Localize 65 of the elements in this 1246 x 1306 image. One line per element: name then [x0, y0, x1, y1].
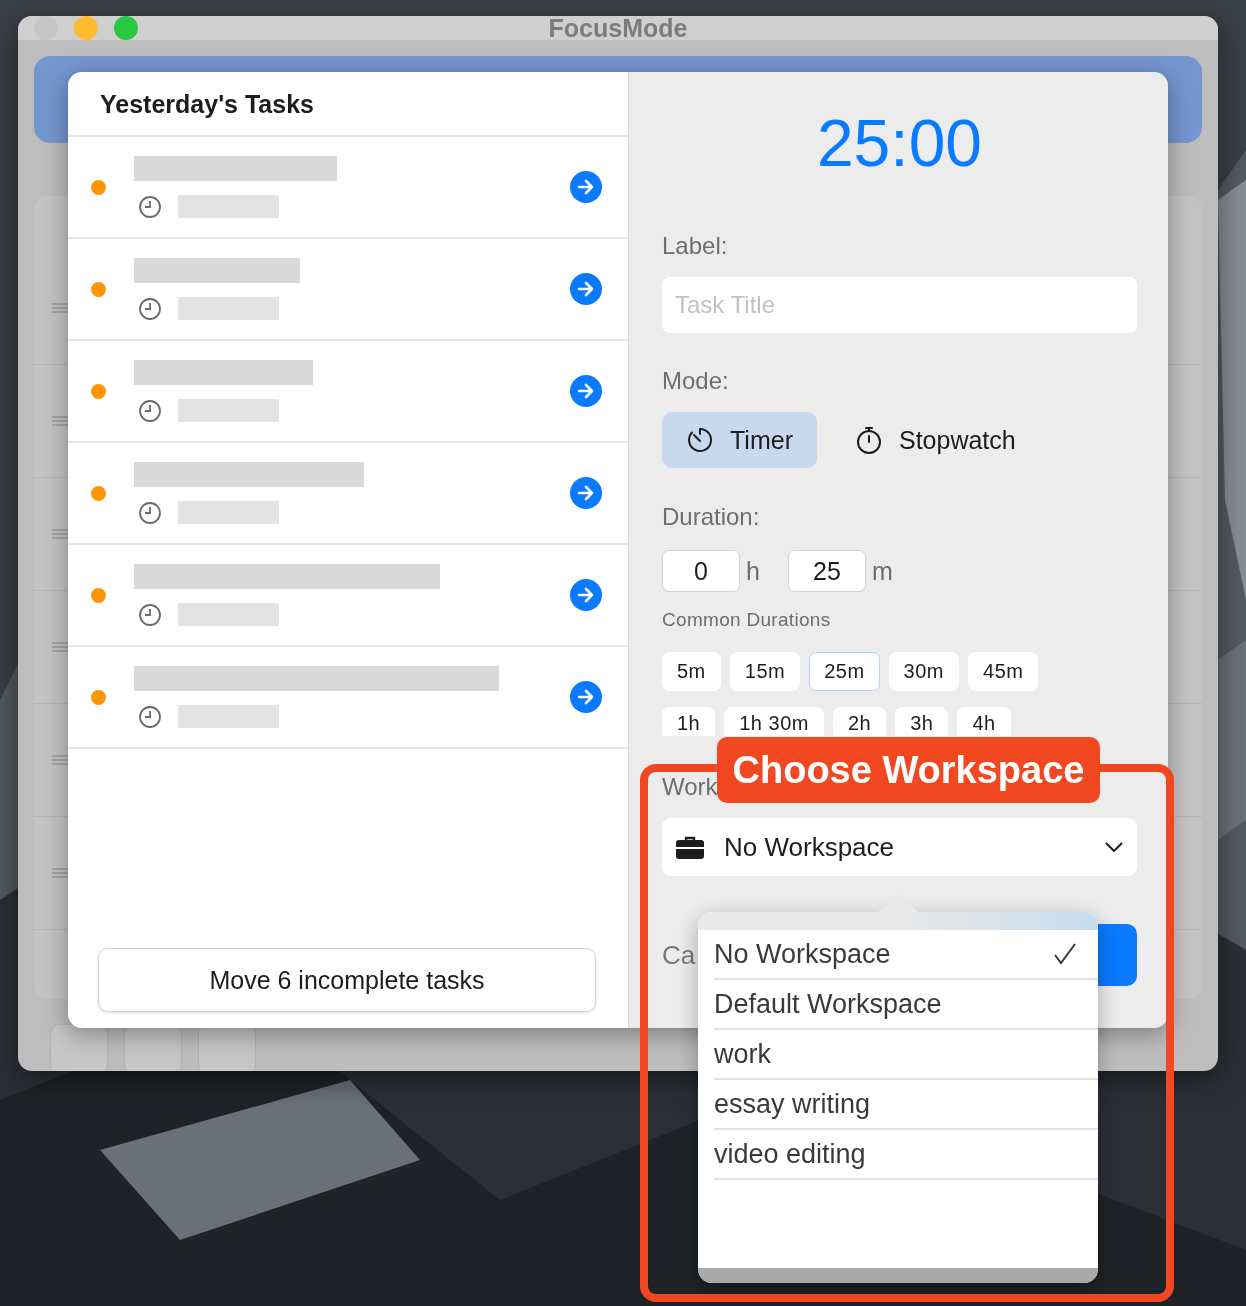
unit-label: m	[871, 556, 893, 586]
duration-chip[interactable]: 1h	[662, 707, 716, 736]
close-button[interactable]	[34, 16, 58, 40]
drag-handle-icon[interactable]	[52, 416, 68, 426]
chevron-down-icon	[1105, 842, 1123, 852]
minimize-button[interactable]	[74, 16, 98, 40]
callout-label: Choose Workspace	[717, 737, 1100, 803]
section-label: Common Durations	[662, 609, 832, 631]
status-dot	[91, 587, 106, 603]
arrow-right-icon[interactable]	[570, 273, 602, 305]
field-label: Label:	[662, 231, 728, 261]
arrow-right-icon[interactable]	[570, 171, 602, 203]
clock-icon	[138, 602, 162, 627]
clock-icon	[138, 704, 162, 729]
duration-chip[interactable]: 25m	[809, 652, 880, 691]
menu-item[interactable]: essay writing	[714, 1080, 1098, 1130]
minutes-field[interactable]: 25	[787, 550, 866, 592]
field-label: Duration:	[662, 502, 760, 532]
cancel-button[interactable]: Ca	[662, 939, 696, 971]
clock-icon	[138, 296, 162, 321]
workspace-select[interactable]: No Workspace	[662, 818, 1137, 876]
clock-icon	[138, 398, 162, 423]
menu-item[interactable]: Default Workspace	[714, 980, 1098, 1030]
status-dot	[91, 281, 106, 297]
duration-chip[interactable]: 30m	[888, 652, 959, 691]
status-dot	[91, 485, 106, 501]
field-label: Mode:	[662, 366, 729, 396]
drag-handle-icon[interactable]	[52, 755, 68, 765]
duration-chip[interactable]: 4h	[957, 707, 1011, 736]
drag-handle-icon[interactable]	[52, 868, 68, 878]
briefcase-icon	[676, 835, 704, 859]
timer-display: 25:00	[816, 106, 983, 180]
arrow-right-icon[interactable]	[570, 477, 602, 509]
status-dot	[91, 689, 106, 705]
move-tasks-button[interactable]: Move 6 incomplete tasks	[98, 948, 596, 1012]
drag-handle-icon[interactable]	[52, 642, 68, 652]
duration-chip[interactable]: 5m	[662, 652, 721, 691]
duration-chip[interactable]: 15m	[729, 652, 801, 691]
arrow-right-icon[interactable]	[570, 681, 602, 713]
panel-title: Yesterday's Tasks	[68, 72, 628, 137]
hours-field[interactable]: 0	[662, 550, 740, 592]
mode-tab[interactable]: Stopwatch	[830, 412, 1040, 468]
arrow-right-icon[interactable]	[570, 375, 602, 407]
menu-item[interactable]: No Workspace	[714, 930, 1098, 980]
window-title: FocusMode	[548, 16, 688, 43]
status-dot	[91, 383, 106, 399]
duration-chip[interactable]: 1h 30m	[724, 707, 824, 736]
duration-chip[interactable]: 3h	[895, 707, 949, 736]
arrow-right-icon[interactable]	[570, 579, 602, 611]
timer-icon	[686, 426, 714, 454]
title-field[interactable]: Task Title	[662, 277, 1137, 333]
zoom-button[interactable]	[114, 16, 138, 40]
duration-chip[interactable]: 2h	[832, 707, 887, 736]
drag-handle-icon[interactable]	[52, 529, 68, 539]
stopwatch-icon	[854, 425, 883, 455]
menu-item[interactable]: video editing	[714, 1130, 1098, 1180]
mode-tab[interactable]: Timer	[662, 412, 817, 468]
toolbar-button[interactable]	[50, 1024, 108, 1071]
drag-handle-icon[interactable]	[52, 303, 68, 313]
duration-chip[interactable]: 45m	[968, 652, 1039, 691]
status-dot	[91, 179, 106, 195]
clock-icon	[138, 194, 162, 219]
clock-icon	[138, 500, 162, 525]
unit-label: h	[746, 556, 760, 586]
menu-item[interactable]: work	[714, 1030, 1098, 1080]
